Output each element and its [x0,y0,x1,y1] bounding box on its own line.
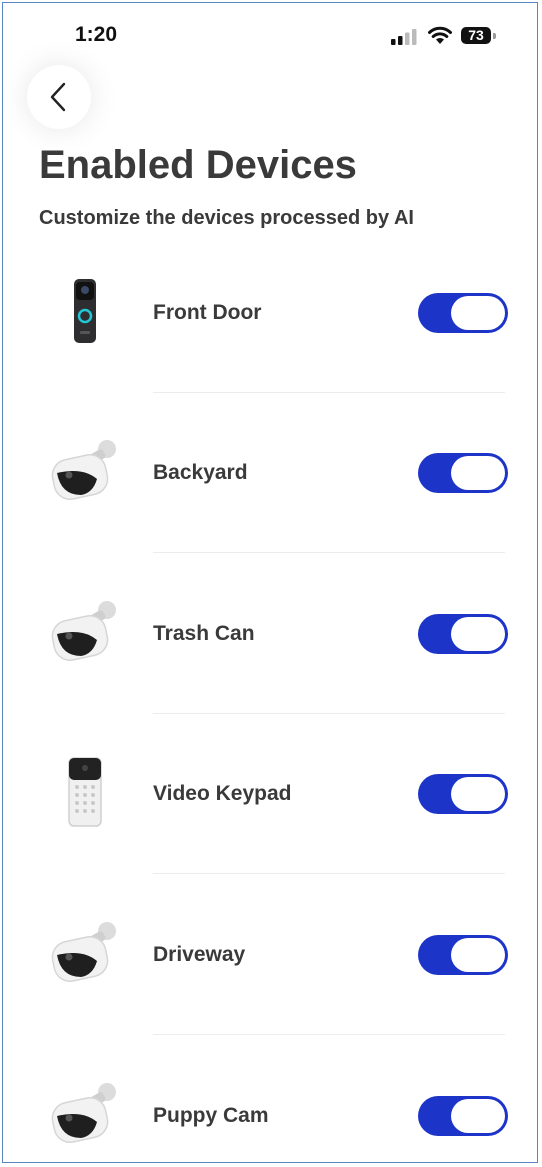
device-row-video-keypad[interactable]: Video Keypad [3,724,537,884]
device-name: Backyard [153,461,248,484]
toggle-knob [451,938,505,972]
battery-icon: 73 [461,27,491,44]
device-name: Trash Can [153,622,255,645]
app-screen: 1:20 73 Enabled Devices Customize the de… [2,2,538,1163]
divider [153,392,505,393]
toggle-knob [451,777,505,811]
toggle-knob [451,1099,505,1133]
back-button[interactable] [27,65,91,129]
wifi-icon [428,26,452,44]
divider [153,1034,505,1035]
divider [153,552,505,553]
device-enabled-toggle[interactable] [418,614,508,654]
page-subtitle: Customize the devices processed by AI [39,207,414,229]
divider [153,713,505,714]
device-enabled-toggle[interactable] [418,774,508,814]
doorbell-icon [74,279,96,343]
device-name: Front Door [153,301,262,324]
device-row-front-door[interactable]: Front Door [3,243,537,403]
device-row-puppy-cam[interactable]: Puppy Cam [3,1046,537,1162]
device-enabled-toggle[interactable] [418,935,508,975]
page-title: Enabled Devices [39,143,357,187]
device-row-trash-can[interactable]: Trash Can [3,564,537,724]
keypad-icon [68,757,102,827]
device-enabled-toggle[interactable] [418,293,508,333]
device-name: Video Keypad [153,782,292,805]
camera-icon [51,601,116,661]
status-bar: 1:20 73 [3,3,537,63]
camera-icon [51,1083,116,1143]
battery-cap [493,33,496,39]
cellular-signal-icon [391,29,417,45]
device-row-driveway[interactable]: Driveway [3,885,537,1045]
chevron-left-icon [50,82,66,112]
device-enabled-toggle[interactable] [418,453,508,493]
camera-icon [51,440,116,500]
device-name: Driveway [153,943,246,966]
camera-icon [51,922,116,982]
device-name: Puppy Cam [153,1104,269,1127]
divider [153,873,505,874]
device-enabled-toggle[interactable] [418,1096,508,1136]
device-row-backyard[interactable]: Backyard [3,403,537,563]
toggle-knob [451,296,505,330]
toggle-knob [451,617,505,651]
toggle-knob [451,456,505,490]
status-time: 1:20 [75,23,118,46]
